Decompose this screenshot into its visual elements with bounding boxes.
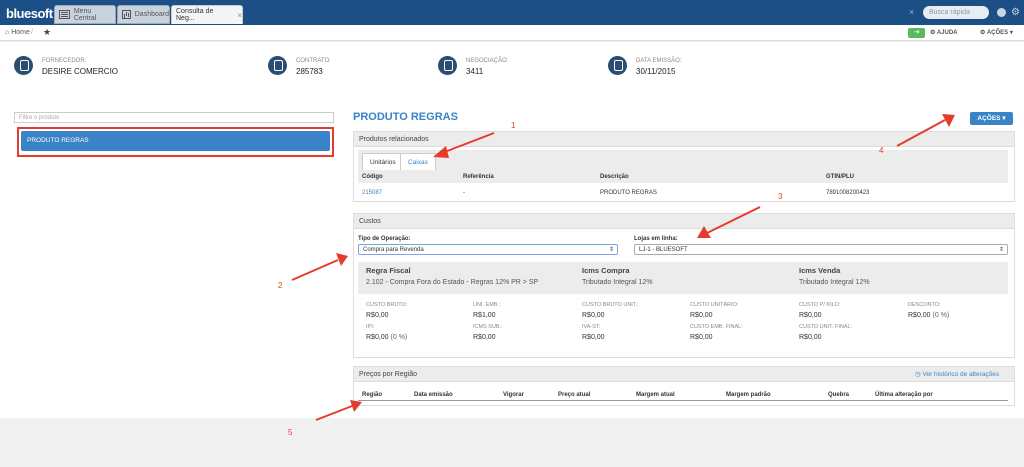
annotation-number-1: 1 — [511, 121, 516, 130]
annotation-number-3: 3 — [778, 192, 783, 201]
annotation-number-2: 2 — [278, 281, 283, 290]
annotation-arrow-4 — [896, 119, 946, 147]
annotation-arrows — [291, 114, 955, 421]
annotation-arrowhead — [433, 146, 449, 158]
annotation-number-4: 4 — [879, 146, 884, 155]
annotation-arrow-3 — [706, 206, 761, 234]
annotation-arrow-2 — [291, 259, 339, 281]
annotation-arrow-1 — [441, 132, 495, 154]
annotation-number-5: 5 — [288, 428, 293, 437]
annotation-arrowhead — [336, 253, 348, 266]
annotation-arrow-5 — [315, 405, 353, 421]
